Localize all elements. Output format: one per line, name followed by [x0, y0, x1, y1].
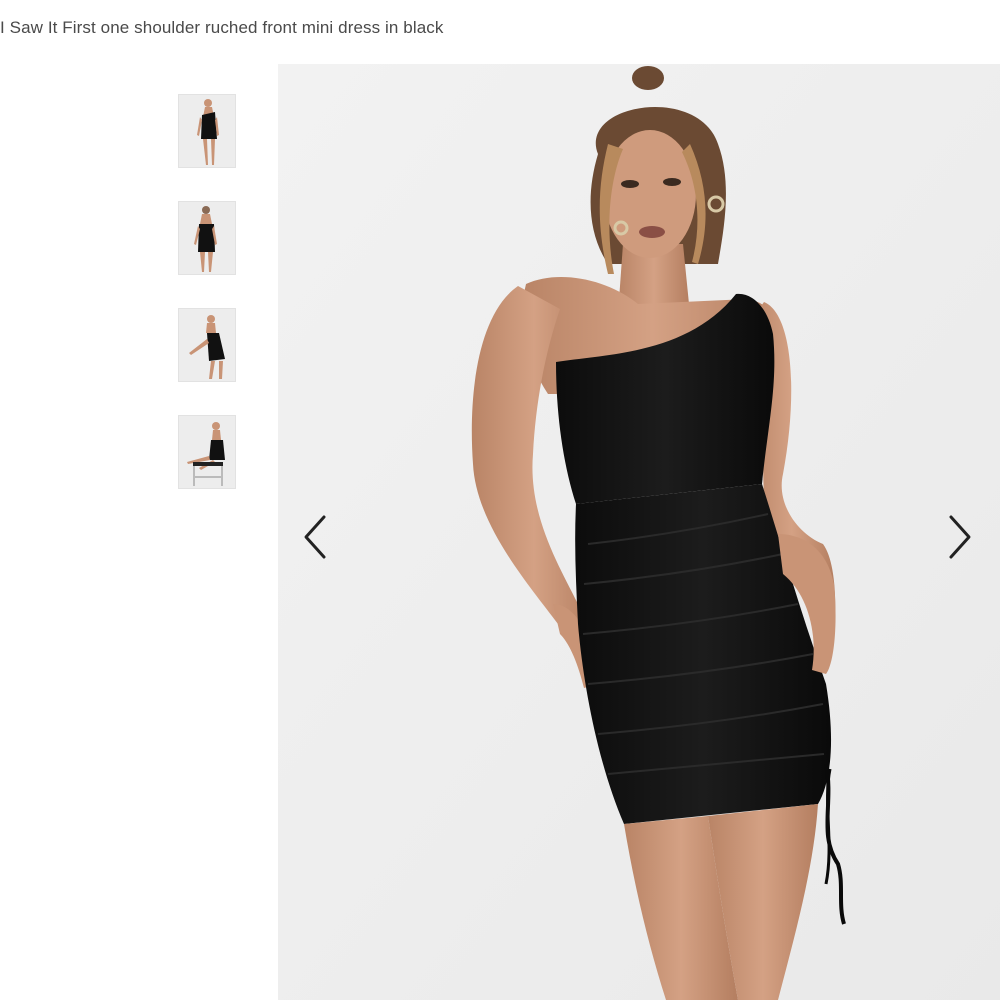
thumbnail-image — [179, 309, 235, 381]
thumbnail-side[interactable] — [178, 308, 236, 382]
chevron-right-icon — [949, 515, 971, 559]
thumbnail-front[interactable] — [178, 94, 236, 168]
thumbnail-image — [179, 202, 235, 274]
chevron-left-icon — [304, 515, 326, 559]
thumbnail-image — [179, 416, 235, 488]
product-title: I Saw It First one shoulder ruched front… — [0, 18, 444, 37]
product-photo — [278, 64, 1000, 1000]
thumbnail-list — [178, 94, 236, 522]
main-product-image[interactable] — [278, 64, 1000, 1000]
thumbnail-back[interactable] — [178, 201, 236, 275]
previous-image-button[interactable] — [298, 512, 334, 562]
product-page: I Saw It First one shoulder ruched front… — [0, 0, 1000, 1000]
thumbnail-chair[interactable] — [178, 415, 236, 489]
thumbnail-image — [179, 95, 235, 167]
next-image-button[interactable] — [941, 512, 977, 562]
